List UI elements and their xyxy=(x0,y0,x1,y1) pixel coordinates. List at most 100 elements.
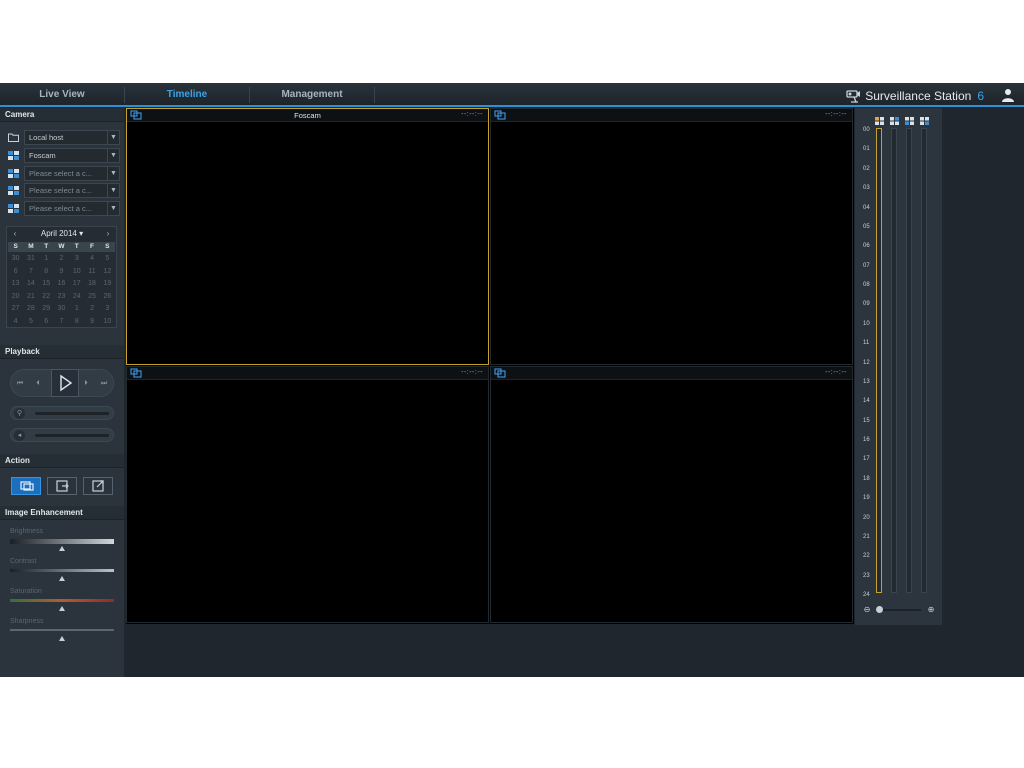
sharpness-slider-thumb[interactable] xyxy=(59,636,65,641)
calendar-day[interactable]: 2 xyxy=(54,254,69,265)
calendar-day[interactable]: 9 xyxy=(84,317,99,328)
saturation-slider-thumb[interactable] xyxy=(59,606,65,611)
calendar-day[interactable]: 25 xyxy=(84,292,99,303)
channel-1-icon[interactable] xyxy=(875,117,884,125)
calendar-day[interactable]: 29 xyxy=(39,304,54,315)
calendar-day[interactable]: 8 xyxy=(39,267,54,278)
volume-slider[interactable]: ◂ xyxy=(10,428,114,442)
camera-select-3[interactable]: Please select a c... xyxy=(24,166,108,181)
tab-live-view[interactable]: Live View xyxy=(0,83,124,105)
volume-slider-track[interactable] xyxy=(35,434,109,437)
contrast-slider[interactable] xyxy=(10,569,114,572)
timeline-channel-track[interactable] xyxy=(906,128,912,593)
play-button[interactable] xyxy=(51,369,79,397)
video-pane[interactable]: Foscam --:--:-- xyxy=(126,108,489,365)
brightness-slider[interactable] xyxy=(10,539,114,544)
user-menu-button[interactable] xyxy=(1000,87,1016,103)
camera-select-1[interactable]: Local host xyxy=(24,130,108,145)
sharpness-slider[interactable] xyxy=(10,629,114,631)
export-action-button[interactable] xyxy=(47,477,77,495)
calendar-day[interactable]: 1 xyxy=(39,254,54,265)
calendar-day[interactable]: 5 xyxy=(23,317,38,328)
chevron-down-icon[interactable]: ▼ xyxy=(107,201,120,216)
calendar-month-select[interactable]: April 2014 ▾ xyxy=(27,229,97,238)
timeline-zoom-handle[interactable] xyxy=(876,606,883,613)
zoom-slider-track[interactable] xyxy=(35,412,109,415)
video-pane[interactable]: --:--:-- xyxy=(490,366,853,623)
zoom-out-icon[interactable]: ⊖ xyxy=(862,605,872,615)
calendar-day[interactable]: 22 xyxy=(39,292,54,303)
camera-select-4[interactable]: Please select a c... xyxy=(24,183,108,198)
calendar-day[interactable]: 21 xyxy=(23,292,38,303)
snapshot-icon[interactable] xyxy=(130,368,142,378)
calendar-day[interactable]: 20 xyxy=(8,292,23,303)
timeline-zoom-slider[interactable] xyxy=(879,609,921,611)
chevron-down-icon[interactable]: ▼ xyxy=(107,130,120,145)
tab-timeline[interactable]: Timeline xyxy=(125,83,249,105)
calendar-day[interactable]: 4 xyxy=(84,254,99,265)
calendar-day[interactable]: 14 xyxy=(23,279,38,290)
saturation-slider[interactable] xyxy=(10,599,114,602)
calendar-day[interactable]: 8 xyxy=(69,317,84,328)
skip-to-start-icon[interactable]: ⏮ xyxy=(14,378,26,390)
calendar-day[interactable]: 31 xyxy=(23,254,38,265)
calendar-day[interactable]: 2 xyxy=(84,304,99,315)
chevron-down-icon[interactable]: ▼ xyxy=(107,166,120,181)
calendar-day[interactable]: 1 xyxy=(69,304,84,315)
channel-4-icon[interactable] xyxy=(920,117,929,125)
chevron-down-icon[interactable]: ▼ xyxy=(107,183,120,198)
calendar-day[interactable]: 30 xyxy=(8,254,23,265)
calendar-day[interactable]: 6 xyxy=(39,317,54,328)
chevron-down-icon[interactable]: ▼ xyxy=(107,148,120,163)
calendar-day[interactable]: 19 xyxy=(100,279,115,290)
calendar-day[interactable]: 13 xyxy=(8,279,23,290)
calendar-day[interactable]: 17 xyxy=(69,279,84,290)
calendar-day[interactable]: 30 xyxy=(54,304,69,315)
calendar-day[interactable]: 9 xyxy=(54,267,69,278)
calendar-day[interactable]: 28 xyxy=(23,304,38,315)
calendar-day[interactable]: 11 xyxy=(84,267,99,278)
previous-month-button[interactable]: ‹ xyxy=(9,228,21,240)
zoom-in-icon[interactable]: ⊕ xyxy=(926,605,936,615)
calendar-day[interactable]: 12 xyxy=(100,267,115,278)
brightness-slider-thumb[interactable] xyxy=(59,546,65,551)
calendar-header: ‹ April 2014 ▾ › xyxy=(7,227,116,241)
snapshot-icon xyxy=(20,481,34,491)
next-month-button[interactable]: › xyxy=(102,228,114,240)
channel-3-icon[interactable] xyxy=(905,117,914,125)
timeline-channel-track[interactable] xyxy=(921,128,927,593)
contrast-slider-thumb[interactable] xyxy=(59,576,65,581)
channel-2-icon[interactable] xyxy=(890,117,899,125)
calendar-day[interactable]: 6 xyxy=(8,267,23,278)
snapshot-action-button[interactable] xyxy=(11,477,41,495)
zoom-slider[interactable]: ⚲ xyxy=(10,406,114,420)
timeline-channel-track[interactable] xyxy=(876,128,882,593)
camera-select-5[interactable]: Please select a c... xyxy=(24,201,108,216)
tab-management[interactable]: Management xyxy=(250,83,374,105)
video-pane[interactable]: --:--:-- xyxy=(126,366,489,623)
step-back-icon[interactable]: ⏴ xyxy=(32,378,44,390)
snapshot-icon[interactable] xyxy=(494,110,506,120)
calendar-day[interactable]: 7 xyxy=(23,267,38,278)
calendar-day[interactable]: 10 xyxy=(69,267,84,278)
open-external-action-button[interactable] xyxy=(83,477,113,495)
calendar-day[interactable]: 7 xyxy=(54,317,69,328)
calendar-day[interactable]: 18 xyxy=(84,279,99,290)
step-forward-icon[interactable]: ⏵ xyxy=(80,378,92,390)
calendar-day[interactable]: 16 xyxy=(54,279,69,290)
calendar-day[interactable]: 5 xyxy=(100,254,115,265)
snapshot-icon[interactable] xyxy=(494,368,506,378)
video-pane[interactable]: --:--:-- xyxy=(490,108,853,365)
calendar-day[interactable]: 4 xyxy=(8,317,23,328)
timeline-channel-track[interactable] xyxy=(891,128,897,593)
calendar-day[interactable]: 27 xyxy=(8,304,23,315)
calendar-day[interactable]: 3 xyxy=(100,304,115,315)
calendar-day[interactable]: 15 xyxy=(39,279,54,290)
calendar-day[interactable]: 3 xyxy=(69,254,84,265)
calendar-day[interactable]: 23 xyxy=(54,292,69,303)
skip-to-end-icon[interactable]: ⏭ xyxy=(98,378,110,390)
calendar-day[interactable]: 26 xyxy=(100,292,115,303)
calendar-day[interactable]: 10 xyxy=(100,317,115,328)
camera-select-2[interactable]: Foscam xyxy=(24,148,108,163)
calendar-day[interactable]: 24 xyxy=(69,292,84,303)
